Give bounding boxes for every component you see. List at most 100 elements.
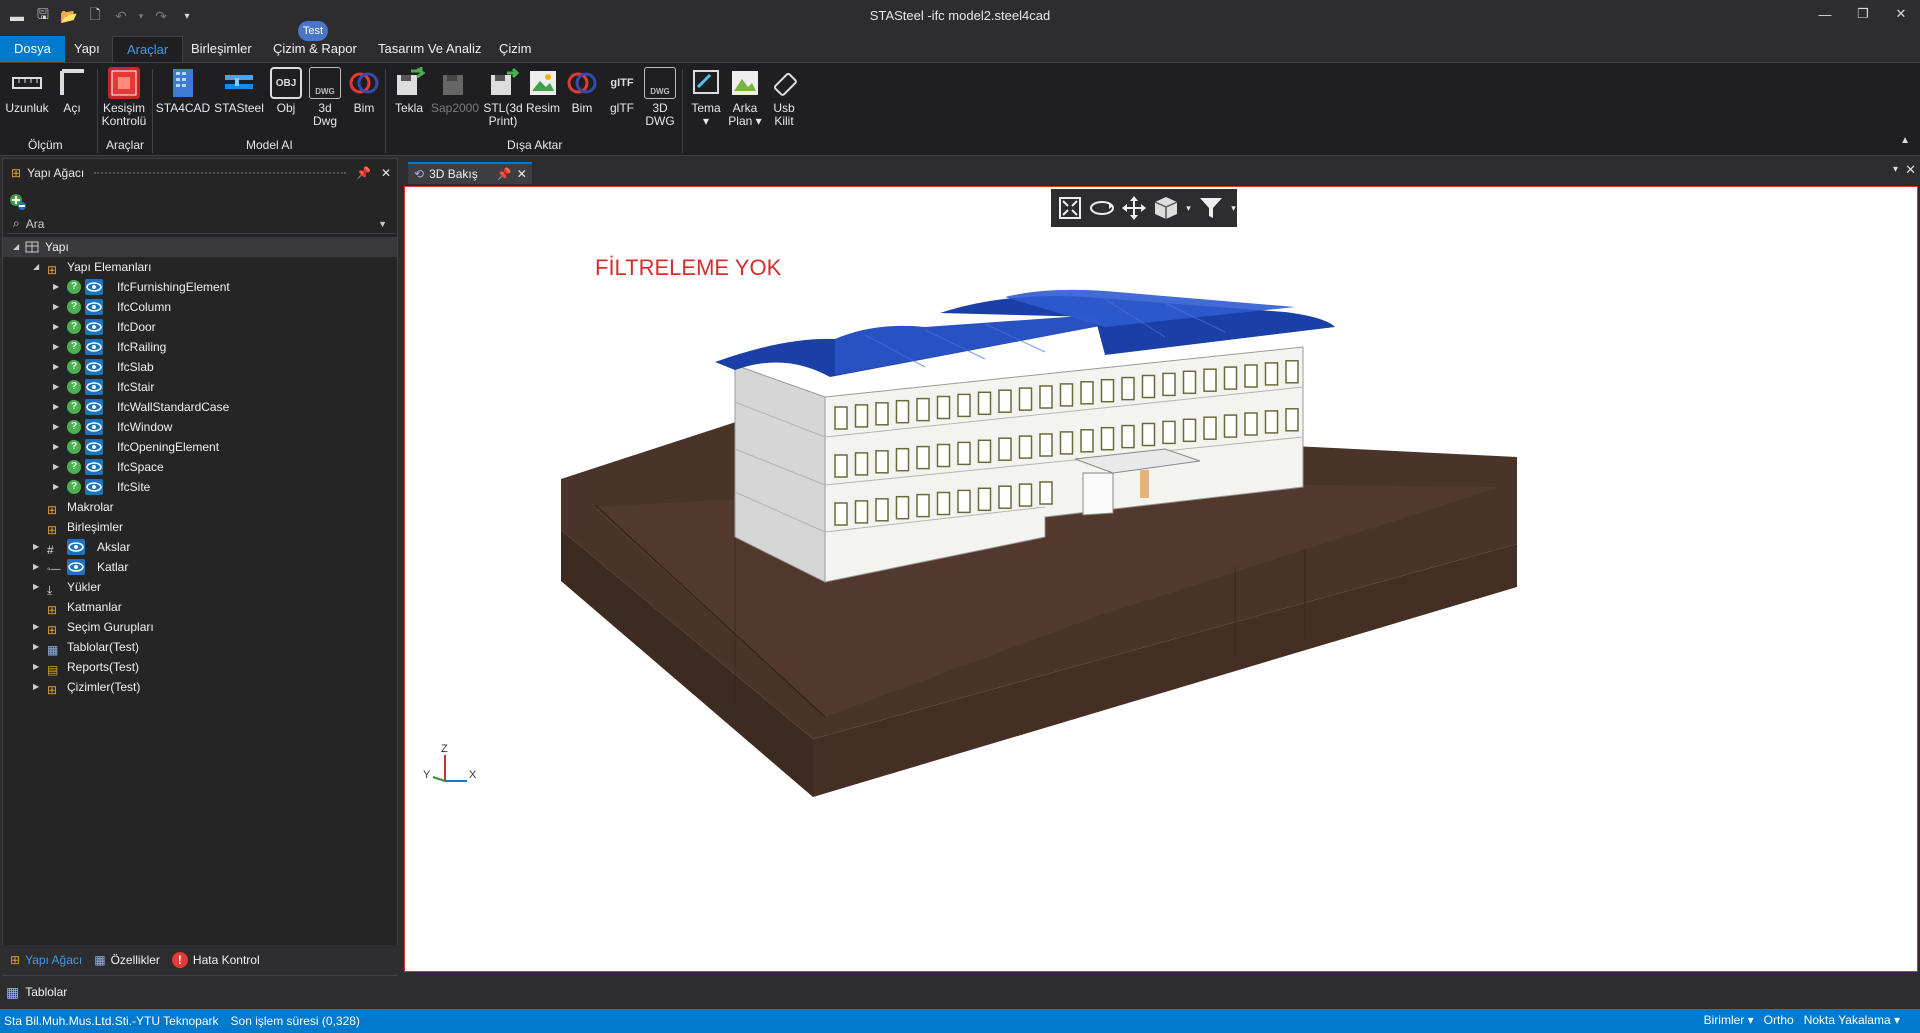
visibility-eye-icon[interactable] <box>85 279 103 295</box>
stasteel-button[interactable]: STASteel <box>214 67 264 115</box>
tab-araclar[interactable]: Araçlar <box>112 36 184 62</box>
search-dropdown-icon[interactable]: ▼ <box>378 219 387 229</box>
resim-button[interactable]: Resim <box>523 67 563 115</box>
tree-item-ifc[interactable]: ▶? IfcColumn <box>3 297 397 317</box>
search-input[interactable]: Ara <box>26 217 378 231</box>
expand-arrow-icon[interactable]: ▶ <box>33 577 39 597</box>
tree-item-ifc[interactable]: ▶? IfcSpace <box>3 457 397 477</box>
collapse-ribbon-icon[interactable]: ▲ <box>1900 135 1910 146</box>
expand-arrow-icon[interactable]: ▶ <box>53 457 59 477</box>
snap-button[interactable]: Nokta Yakalama ▾ <box>1804 1013 1900 1027</box>
expand-arrow-icon[interactable]: ▶ <box>33 677 39 697</box>
visibility-eye-icon[interactable] <box>85 479 103 495</box>
tree-item-reports[interactable]: ▶ ▤ Reports(Test) <box>3 657 397 677</box>
expand-arrow-icon[interactable]: ▶ <box>33 617 39 637</box>
expand-arrow-icon[interactable]: ▶ <box>53 477 59 497</box>
collapse-arrow-icon[interactable]: ◢ <box>33 257 39 277</box>
visibility-eye-icon[interactable] <box>85 299 103 315</box>
expand-arrow-icon[interactable]: ▶ <box>33 537 39 557</box>
tree-item-cizimler[interactable]: ▶ ⊞ Çizimler(Test) <box>3 677 397 697</box>
tab-dosya[interactable]: Dosya <box>0 36 65 62</box>
bim-button[interactable]: Bim <box>344 67 384 115</box>
visibility-eye-icon[interactable] <box>85 399 103 415</box>
visibility-eye-icon[interactable] <box>67 559 85 575</box>
tree-item-ifc[interactable]: ▶? IfcStair <box>3 377 397 397</box>
expand-arrow-icon[interactable]: ▶ <box>53 397 59 417</box>
aci-button[interactable]: Açı <box>52 67 92 115</box>
stl-3d-print-button[interactable]: STL(3d Print) <box>482 67 524 128</box>
visibility-eye-icon[interactable] <box>67 539 85 555</box>
tab-yapi-agaci[interactable]: ⊞ Yapı Ağacı <box>10 953 82 967</box>
3d-viewport[interactable]: ▾ ▾ FİLTRELEME YOK Z Y X <box>404 186 1918 972</box>
sta4cad-button[interactable]: STA4CAD <box>156 67 210 115</box>
doc-close-icon[interactable]: ✕ <box>1905 162 1916 178</box>
usb-kilit-button[interactable]: Usb Kilit <box>764 67 804 128</box>
expand-arrow-icon[interactable]: ▶ <box>33 657 39 677</box>
tree-item-ifc[interactable]: ▶? IfcSlab <box>3 357 397 377</box>
panel-close-icon[interactable]: ✕ <box>381 166 391 180</box>
expand-arrow-icon[interactable]: ▶ <box>53 357 59 377</box>
sap2000-button[interactable]: Sap2000 <box>431 67 479 115</box>
uzunluk-button[interactable]: Uzunluk <box>5 67 49 115</box>
collapse-arrow-icon[interactable]: ◢ <box>13 237 19 257</box>
visibility-eye-icon[interactable] <box>85 379 103 395</box>
visibility-eye-icon[interactable] <box>85 319 103 335</box>
tab-ozellikler[interactable]: ▦ Özellikler <box>94 953 160 967</box>
tab-3d-bakis[interactable]: ⟲ 3D Bakış 📌 ✕ <box>408 162 532 184</box>
tab-close-icon[interactable]: ✕ <box>517 167 527 181</box>
tree-item-makrolar[interactable]: ⊞ Makrolar <box>3 497 397 517</box>
expand-arrow-icon[interactable]: ▶ <box>53 277 59 297</box>
tree-item-yapi-elemanlari[interactable]: ◢ ⊞ Yapı Elemanları <box>3 257 397 277</box>
tree-item-katmanlar[interactable]: ⊞ Katmanlar <box>3 597 397 617</box>
units-button[interactable]: Birimler ▾ <box>1704 1013 1754 1027</box>
3d-dwg-export-button[interactable]: DWG 3D DWG <box>640 67 680 128</box>
tree-item-ifc[interactable]: ▶? IfcFurnishingElement <box>3 277 397 297</box>
expand-arrow-icon[interactable]: ▶ <box>53 417 59 437</box>
tree-item-ifc[interactable]: ▶? IfcDoor <box>3 317 397 337</box>
expand-arrow-icon[interactable]: ▶ <box>33 557 39 577</box>
tree-item-birlesimler[interactable]: ⊞ Birleşimler <box>3 517 397 537</box>
tree-item-yapi[interactable]: ◢ Yapı <box>3 237 397 257</box>
add-remove-icon[interactable] <box>9 193 27 211</box>
expand-arrow-icon[interactable]: ▶ <box>53 297 59 317</box>
expand-arrow-icon[interactable]: ▶ <box>53 317 59 337</box>
tab-tasarim-analiz[interactable]: Tasarım Ve Analiz <box>364 36 495 62</box>
visibility-eye-icon[interactable] <box>85 419 103 435</box>
tree-item-ifc[interactable]: ▶? IfcOpeningElement <box>3 437 397 457</box>
restore-button[interactable]: ❐ <box>1844 0 1882 28</box>
tree-item-akslar[interactable]: ▶ # Akslar <box>3 537 397 557</box>
visibility-eye-icon[interactable] <box>85 439 103 455</box>
tree-item-ifc[interactable]: ▶? IfcRailing <box>3 337 397 357</box>
pin-icon[interactable]: 📌 <box>356 166 371 180</box>
tema-button[interactable]: Tema ▾ <box>686 67 726 128</box>
minimize-button[interactable]: — <box>1806 0 1844 28</box>
tab-pin-icon[interactable]: 📌 <box>497 167 512 181</box>
tree-item-ifc[interactable]: ▶? IfcWallStandardCase <box>3 397 397 417</box>
tab-cizim[interactable]: Çizim <box>485 36 546 62</box>
tekla-button[interactable]: Tekla <box>389 67 429 115</box>
tree-item-katlar[interactable]: ▶ ◦— Katlar <box>3 557 397 577</box>
kesisim-kontrolu-button[interactable]: Kesişim Kontrolü <box>102 67 146 128</box>
gltf-button[interactable]: gITF glTF <box>602 67 642 115</box>
visibility-eye-icon[interactable] <box>85 339 103 355</box>
tree-item-tablolar[interactable]: ▶ ▦ Tablolar(Test) <box>3 637 397 657</box>
arka-plan-button[interactable]: Arka Plan ▾ <box>725 67 765 128</box>
tree-item-ifc[interactable]: ▶? IfcWindow <box>3 417 397 437</box>
tabs-dropdown-icon[interactable]: ▾ <box>1893 164 1898 175</box>
tab-birlesimler[interactable]: Birleşimler <box>177 36 266 62</box>
expand-arrow-icon[interactable]: ▶ <box>53 377 59 397</box>
visibility-eye-icon[interactable] <box>85 359 103 375</box>
ortho-toggle[interactable]: Ortho <box>1764 1013 1794 1027</box>
tree-item-yukler[interactable]: ▶ ⤓ Yükler <box>3 577 397 597</box>
tab-hata-kontrol[interactable]: ! Hata Kontrol <box>171 952 260 968</box>
expand-arrow-icon[interactable]: ▶ <box>53 437 59 457</box>
bim-export-button[interactable]: Bim <box>562 67 602 115</box>
tree-item-secim-gurupları[interactable]: ▶ ⊞ Seçim Gurupları <box>3 617 397 637</box>
3d-dwg-button[interactable]: DWG 3d Dwg <box>305 67 345 128</box>
tree-item-ifc[interactable]: ▶? IfcSite <box>3 477 397 497</box>
expand-arrow-icon[interactable]: ▶ <box>53 337 59 357</box>
obj-button[interactable]: OBJ Obj <box>266 67 306 115</box>
visibility-eye-icon[interactable] <box>85 459 103 475</box>
expand-arrow-icon[interactable]: ▶ <box>33 637 39 657</box>
tree-search[interactable]: ⌕ Ara ▼ <box>7 214 395 234</box>
